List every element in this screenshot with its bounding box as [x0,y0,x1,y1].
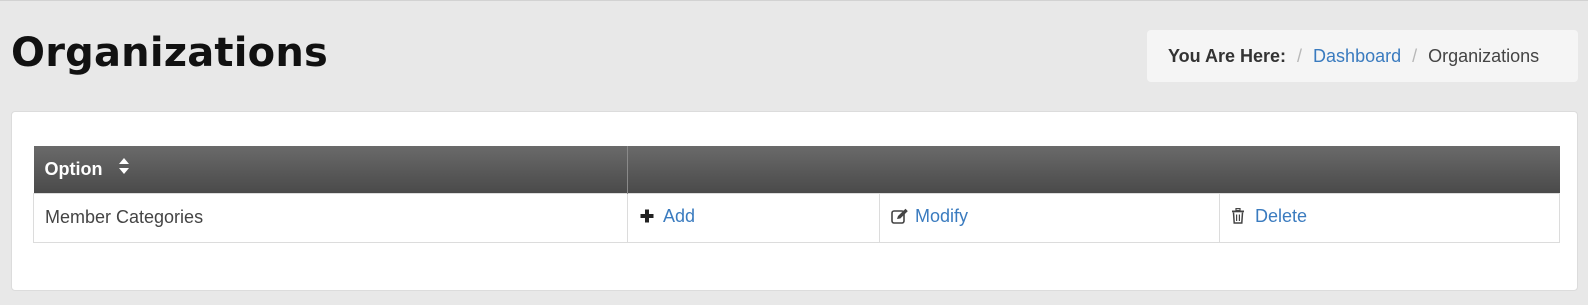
edit-icon [891,208,908,225]
delete-label: Delete [1255,205,1308,226]
breadcrumb: You Are Here: / Dashboard / Organization… [1147,30,1578,82]
column-header-actions [627,146,1560,193]
add-cell: Add [627,192,880,243]
breadcrumb-dashboard-link[interactable]: Dashboard [1313,46,1401,67]
modify-button[interactable]: Modify [891,206,968,227]
page-title: Organizations [11,30,329,76]
plus-icon [639,208,655,224]
breadcrumb-separator: / [1412,45,1418,66]
modify-label: Modify [915,205,969,226]
sort-icon[interactable] [118,157,130,180]
add-button[interactable]: Add [639,206,695,227]
content-panel: Option Member Categories Add Modify Dele… [11,111,1578,291]
add-label: Add [663,205,696,226]
column-header-label: Option [44,158,103,179]
delete-cell: Delete [1218,192,1561,243]
modify-cell: Modify [879,192,1220,243]
breadcrumb-separator: / [1297,45,1303,66]
column-header-option[interactable]: Option [33,146,628,193]
table-row: Member Categories Add Modify Delete [33,192,1561,243]
delete-button[interactable]: Delete [1231,206,1307,227]
trash-icon [1231,208,1247,224]
option-cell: Member Categories [33,192,628,243]
options-table: Option Member Categories Add Modify Dele… [33,146,1561,243]
breadcrumb-label: You Are Here: [1168,45,1287,66]
breadcrumb-current: Organizations [1428,45,1540,66]
table-header-row: Option [33,146,1560,193]
